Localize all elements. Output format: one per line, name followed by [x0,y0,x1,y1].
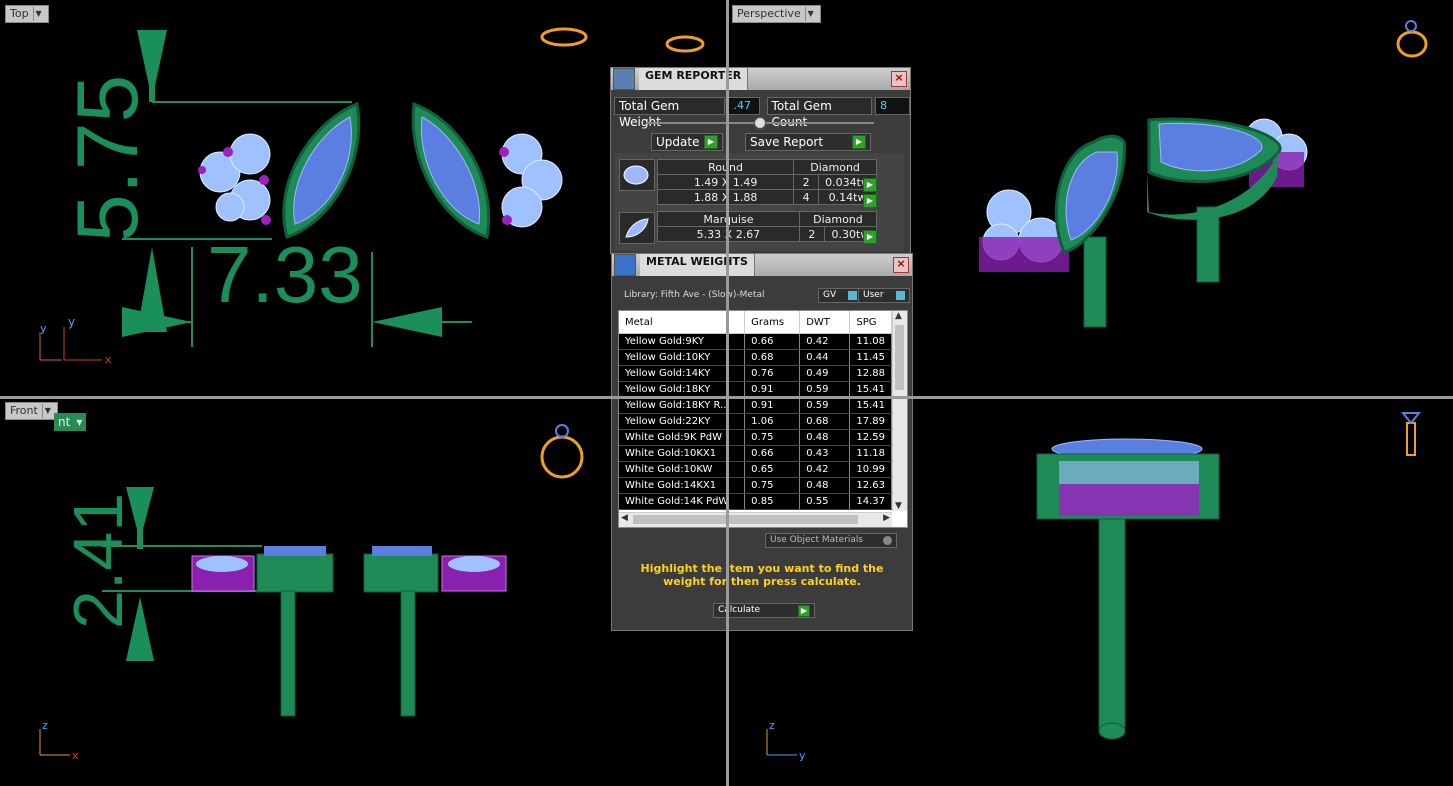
total-gem-count-value: 8 [875,97,910,115]
earring-left-model[interactable] [198,101,361,239]
svg-text:y: y [40,322,47,335]
table-row[interactable]: Yellow Gold:10KY 0.68 0.44 11.45 [619,349,892,366]
total-gem-count-label: Total Gem Count [766,97,873,129]
svg-text:z: z [42,719,48,732]
table-row[interactable]: White Gold:14K PdW 0.85 0.55 14.37 [619,493,892,510]
table-row[interactable]: White Gold:9K PdW 0.75 0.48 12.59 [619,429,892,446]
earring-side-model[interactable] [1036,438,1220,740]
earring-front-model-right[interactable] [363,546,507,717]
axis-indicator: z x [39,719,79,762]
earring-right-model[interactable] [411,101,563,239]
ring-thumbnail-icon [540,424,584,479]
play-icon[interactable]: ▶ [863,230,877,244]
chevron-down-icon[interactable]: ▼ [804,7,816,21]
viewport-label-perspective[interactable]: Perspective ▼ [732,5,821,23]
svg-text:z: z [769,719,775,732]
marquise-gem-icon [619,212,655,244]
earring-thumbnail-icon [1400,412,1422,456]
vertical-scrollbar[interactable]: ▲ ▼ [892,311,907,511]
gem-reporter-panel[interactable]: GEM REPORTER × Total Gem Weight .47 Tota… [610,67,911,254]
radio-indicator-icon [883,536,892,545]
chevron-down-icon[interactable]: ▼ [32,7,44,21]
column-header-grams[interactable]: Grams [744,311,801,334]
svg-text:x: x [72,749,79,762]
gem-reporter-icon [613,68,635,90]
play-icon: ▶ [852,135,866,149]
ring-thumbnail-icon [540,27,588,47]
viewport-divider [726,0,729,786]
use-object-materials-checkbox[interactable]: Use Object Materials [765,533,897,548]
gem-reporter-title: GEM REPORTER [639,68,749,90]
gem-reporter-titlebar[interactable]: GEM REPORTER × [611,68,910,90]
scroll-thumb[interactable] [633,515,858,524]
axis-indicator: z y [766,719,806,762]
viewport-label-front[interactable]: Front ▼ [5,402,58,420]
user-toggle[interactable]: User [858,288,910,303]
table-row[interactable]: Yellow Gold:18KY R... 0.91 0.59 15.41 [619,397,892,414]
metal-weights-title: METAL WEIGHTS [640,254,755,276]
play-icon[interactable]: ▶ [863,178,877,192]
play-icon: ▶ [798,604,810,617]
column-header-dwt[interactable]: DWT [799,311,851,334]
chevron-down-icon: ▾ [76,415,83,429]
table-row[interactable]: White Gold:10KX1 0.66 0.43 11.18 [619,445,892,462]
toggle-indicator-icon [848,291,857,300]
dimension-height-front-label: 2.41 [59,493,137,629]
gv-toggle[interactable]: GV [818,288,862,303]
metal-weights-table[interactable]: Metal Grams DWT SPG Yellow Gold:9KY 0.66 0… [618,310,908,528]
close-icon[interactable]: × [893,257,909,273]
viewport-label-top[interactable]: Top ▼ [5,5,49,23]
ring-thumbnail-icon [665,35,705,53]
svg-text:y: y [799,749,806,762]
dimension-width-label: 7.33 [207,230,363,319]
round-gem-icon [619,159,655,191]
marquise-gem-table: MarquiseDiamond 5.33 X 2.6720.30tw [657,211,878,242]
round-gem-table: RoundDiamond 1.49 X 1.4920.034tw 1.88 X … [656,159,877,205]
column-header-spg[interactable]: SPG [849,311,892,334]
report-slider[interactable] [646,117,874,129]
scroll-left-icon[interactable]: ◀ [621,513,628,523]
table-row[interactable]: Yellow Gold:22KY 1.06 0.68 17.89 [619,413,892,430]
dimension-height-label: 5.75 [60,75,156,242]
instruction-text: Highlight the item you want to find the … [640,562,884,588]
scroll-down-icon[interactable]: ▼ [895,501,902,511]
metal-weights-icon [614,254,636,276]
save-report-button[interactable]: Save Report ▶ [745,133,871,151]
ring-thumbnail-icon [1396,20,1428,58]
close-icon[interactable]: × [891,71,907,87]
chevron-down-icon[interactable]: ▼ [41,404,53,418]
gem-row[interactable]: 1.49 X 1.4920.034tw [656,174,877,190]
earring-perspective-model[interactable] [979,117,1308,328]
axis-indicator: y y x [39,315,112,366]
scroll-up-icon[interactable]: ▲ [895,311,902,321]
svg-text:x: x [105,353,112,366]
svg-text:y: y [68,315,75,329]
gem-row[interactable]: 5.33 X 2.6720.30tw [657,226,878,242]
metal-weights-titlebar[interactable]: METAL WEIGHTS × [612,254,912,276]
viewport-label-partial[interactable]: nt ▾ [54,413,87,431]
table-row[interactable]: White Gold:10KW 0.65 0.42 10.99 [619,461,892,478]
play-icon: ▶ [704,135,718,149]
slider-handle[interactable] [754,117,766,129]
play-icon[interactable]: ▶ [863,194,877,208]
scroll-right-icon[interactable]: ▶ [883,513,890,523]
total-gem-weight-label: Total Gem Weight [614,97,726,129]
horizontal-scrollbar[interactable]: ◀ ▶ [619,512,892,527]
gem-row[interactable]: 1.88 X 1.8840.14tw [656,189,877,205]
table-row[interactable]: White Gold:14KX1 0.75 0.48 12.63 [619,477,892,494]
table-row[interactable]: Yellow Gold:9KY 0.66 0.42 11.08 [619,333,892,350]
table-row[interactable]: Yellow Gold:14KY 0.76 0.49 12.88 [619,365,892,382]
library-label: Library: Fifth Ave - (Slow)-Metal [624,290,765,300]
earring-front-model-left[interactable] [191,546,334,717]
metal-weights-panel[interactable]: METAL WEIGHTS × Library: Fifth Ave - (Sl… [611,253,913,631]
update-button[interactable]: Update ▶ [651,133,723,151]
total-gem-weight-value: .47 [728,97,760,115]
dimension-arrow [372,307,442,337]
scroll-thumb[interactable] [895,325,904,390]
toggle-indicator-icon [896,291,905,300]
